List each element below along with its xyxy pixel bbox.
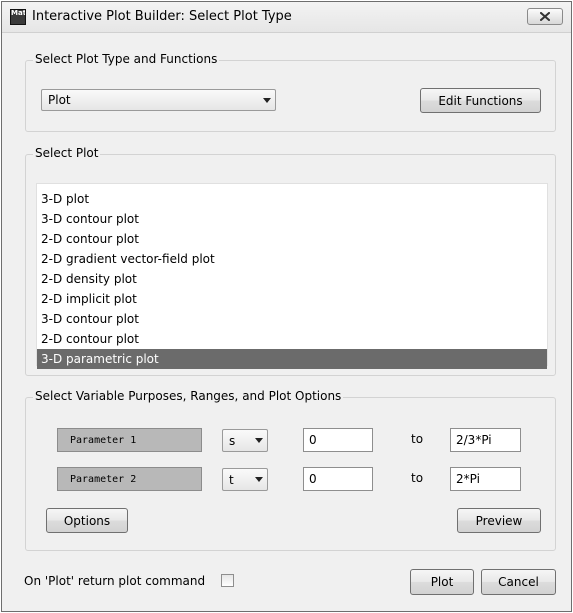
plot-type-group: Select Plot Type and Functions Plot Edit… bbox=[25, 52, 556, 132]
plot-type-dropdown[interactable]: Plot bbox=[41, 89, 276, 111]
parameter-1-to-label: to bbox=[411, 432, 424, 446]
app-icon: Mat bbox=[10, 9, 26, 25]
plot-type-group-label: Select Plot Type and Functions bbox=[33, 52, 220, 66]
list-item[interactable]: 2-D implicit plot bbox=[37, 289, 547, 309]
list-item[interactable]: 3-D contour plot bbox=[37, 309, 547, 329]
parameter-2-to-label: to bbox=[411, 471, 424, 485]
parameter-1-label: Parameter 1 bbox=[57, 428, 202, 452]
options-button[interactable]: Options bbox=[46, 508, 128, 533]
parameter-2-label: Parameter 2 bbox=[57, 467, 202, 491]
list-item[interactable]: 3-D parametric plot bbox=[37, 349, 547, 369]
parameter-1-to-input[interactable]: 2/3*Pi bbox=[450, 428, 521, 452]
app-icon-text: Mat bbox=[11, 9, 26, 17]
title-bar[interactable]: Mat Interactive Plot Builder: Select Plo… bbox=[2, 2, 571, 33]
window-title: Interactive Plot Builder: Select Plot Ty… bbox=[32, 9, 292, 24]
return-plot-command-checkbox[interactable] bbox=[221, 574, 234, 587]
parameter-2-from-input[interactable]: 0 bbox=[303, 467, 373, 491]
list-item[interactable]: 2-D density plot bbox=[37, 269, 547, 289]
edit-functions-button[interactable]: Edit Functions bbox=[420, 88, 541, 113]
list-item[interactable]: 2-D contour plot bbox=[37, 329, 547, 349]
plot-button[interactable]: Plot bbox=[410, 569, 474, 595]
plot-type-value: Plot bbox=[48, 93, 71, 107]
variables-group-label: Select Variable Purposes, Ranges, and Pl… bbox=[33, 389, 344, 403]
close-button[interactable] bbox=[527, 8, 563, 25]
plot-builder-dialog: Mat Interactive Plot Builder: Select Plo… bbox=[1, 1, 572, 612]
list-item[interactable]: 3-D contour plot bbox=[37, 209, 547, 229]
select-plot-group: Select Plot 3-D plot 3-D contour plot 2-D … bbox=[25, 146, 556, 376]
list-item[interactable]: 3-D plot bbox=[37, 189, 547, 209]
chevron-down-icon bbox=[259, 97, 275, 103]
chevron-down-icon bbox=[251, 438, 267, 443]
parameter-1-from-input[interactable]: 0 bbox=[303, 428, 373, 452]
list-item[interactable]: 2-D gradient vector-field plot bbox=[37, 249, 547, 269]
cancel-button[interactable]: Cancel bbox=[481, 569, 556, 595]
plot-type-list[interactable]: 3-D plot 3-D contour plot 2-D contour plot… bbox=[36, 183, 548, 369]
close-icon bbox=[540, 12, 550, 21]
variables-group: Select Variable Purposes, Ranges, and Pl… bbox=[25, 389, 556, 551]
parameter-2-variable-dropdown[interactable]: t bbox=[222, 468, 268, 491]
list-item[interactable]: 2-D contour plot bbox=[37, 229, 547, 249]
return-plot-command-label: On 'Plot' return plot command bbox=[24, 574, 206, 588]
parameter-1-variable-dropdown[interactable]: s bbox=[222, 429, 268, 452]
preview-button[interactable]: Preview bbox=[457, 508, 541, 533]
parameter-1-variable: s bbox=[229, 433, 236, 448]
chevron-down-icon bbox=[251, 477, 267, 482]
select-plot-group-label: Select Plot bbox=[33, 146, 101, 160]
parameter-2-to-input[interactable]: 2*Pi bbox=[450, 467, 521, 491]
parameter-2-variable: t bbox=[229, 472, 234, 487]
